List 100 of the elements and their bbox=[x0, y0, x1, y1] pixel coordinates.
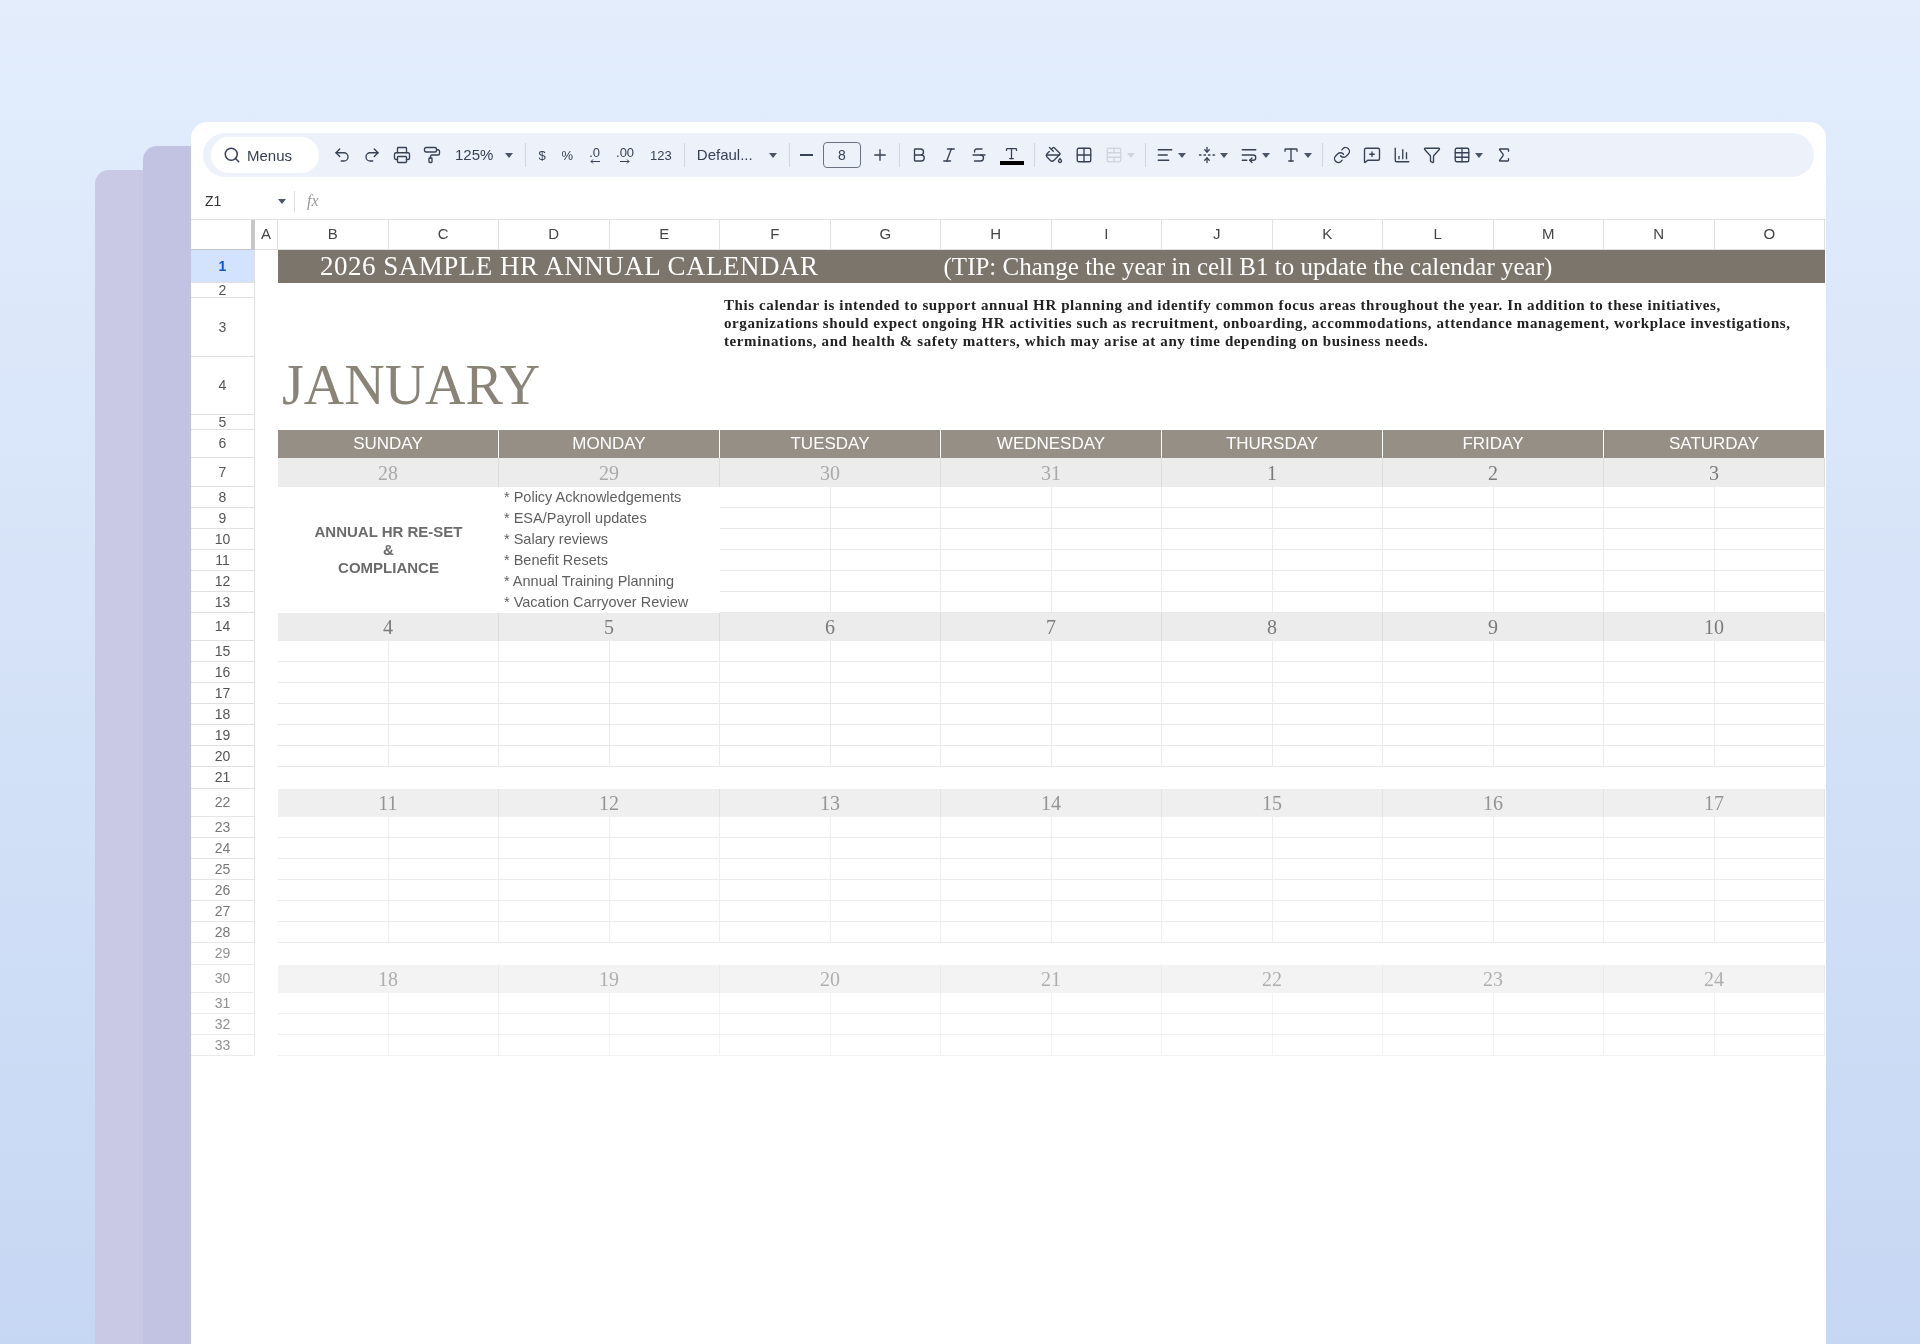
date-cell: 17 bbox=[1604, 789, 1825, 817]
caret-icon bbox=[505, 152, 514, 158]
row-header[interactable]: 10 bbox=[191, 529, 255, 550]
weekday-header: FRIDAY bbox=[1383, 430, 1604, 458]
borders-icon bbox=[1074, 146, 1093, 164]
column-header[interactable]: A bbox=[255, 220, 278, 250]
row-header[interactable]: 20 bbox=[191, 746, 255, 767]
text-color-icon bbox=[1004, 145, 1020, 161]
caret-icon bbox=[278, 198, 286, 204]
date-cell: 7 bbox=[941, 613, 1162, 641]
caret-icon bbox=[1219, 152, 1228, 158]
date-cell: 30 bbox=[720, 458, 941, 487]
row-header[interactable]: 14 bbox=[191, 613, 255, 641]
caret-icon bbox=[1261, 152, 1270, 158]
row-header[interactable]: 23 bbox=[191, 817, 255, 838]
date-cell: 22 bbox=[1162, 965, 1383, 993]
row-header[interactable]: 25 bbox=[191, 859, 255, 880]
comment-icon bbox=[1362, 146, 1381, 164]
date-cell: 21 bbox=[941, 965, 1162, 993]
merge-cells-icon bbox=[1104, 146, 1123, 164]
link-icon bbox=[1332, 146, 1351, 164]
name-box[interactable]: Z1 bbox=[205, 190, 295, 212]
row-header[interactable]: 6 bbox=[191, 430, 255, 458]
format-button[interactable]: $ bbox=[530, 139, 554, 171]
printer-icon bbox=[393, 146, 411, 164]
row-header[interactable]: 19 bbox=[191, 725, 255, 746]
weekday-header: TUESDAY bbox=[720, 430, 941, 458]
caret-icon bbox=[1474, 152, 1483, 158]
row-header[interactable]: 11 bbox=[191, 550, 255, 571]
date-cell: 12 bbox=[499, 789, 720, 817]
date-cell: 24 bbox=[1604, 965, 1825, 993]
arrow-right-icon bbox=[620, 159, 631, 164]
date-cell: 2 bbox=[1383, 458, 1604, 487]
focus-item: * ESA/Payroll updates bbox=[503, 508, 648, 528]
focus-area-label: ANNUAL HR RE-SET & COMPLIANCE bbox=[313, 522, 464, 578]
row-header[interactable]: 16 bbox=[191, 662, 255, 683]
date-cell: 28 bbox=[278, 458, 499, 487]
weekday-header: SATURDAY bbox=[1604, 430, 1825, 458]
row-header[interactable]: 13 bbox=[191, 592, 255, 613]
date-cell: 15 bbox=[1162, 789, 1383, 817]
date-cell: 23 bbox=[1383, 965, 1604, 993]
row-header[interactable]: 5 bbox=[191, 415, 255, 430]
focus-item: * Vacation Carryover Review bbox=[503, 592, 690, 612]
row-header[interactable]: 27 bbox=[191, 901, 255, 922]
date-cell: 13 bbox=[720, 789, 941, 817]
format-button[interactable]: .00 bbox=[608, 139, 643, 171]
row-header[interactable]: 28 bbox=[191, 922, 255, 943]
row-header[interactable]: 18 bbox=[191, 704, 255, 725]
minus-icon bbox=[799, 154, 813, 156]
format-button[interactable]: .0 bbox=[581, 139, 608, 171]
row-header[interactable]: 4 bbox=[191, 357, 255, 415]
row-header[interactable]: 24 bbox=[191, 838, 255, 859]
date-cell: 6 bbox=[720, 613, 941, 641]
row-header[interactable]: 26 bbox=[191, 880, 255, 901]
filter-icon bbox=[1422, 146, 1441, 164]
strikethrough-icon bbox=[969, 146, 988, 164]
row-header[interactable]: 15 bbox=[191, 641, 255, 662]
search-field[interactable]: Menus bbox=[211, 137, 319, 173]
row-header[interactable]: 3 bbox=[191, 298, 255, 357]
caret-icon bbox=[1177, 152, 1186, 158]
row-header[interactable]: 2 bbox=[191, 283, 255, 298]
date-cell: 5 bbox=[499, 613, 720, 641]
row-header[interactable]: 1 bbox=[191, 250, 255, 283]
date-cell: 1 bbox=[1162, 458, 1383, 487]
caret-icon bbox=[768, 152, 777, 158]
weekday-header: WEDNESDAY bbox=[941, 430, 1162, 458]
table-icon bbox=[1452, 146, 1471, 164]
vertical-align-icon bbox=[1197, 146, 1216, 164]
caret-icon bbox=[1303, 152, 1312, 158]
format-button[interactable]: % bbox=[553, 139, 582, 171]
undo-icon bbox=[333, 146, 351, 164]
wrap-text-icon bbox=[1239, 146, 1258, 164]
sheet-title: 2026 SAMPLE HR ANNUAL CALENDAR bbox=[320, 250, 819, 284]
date-cell: 4 bbox=[278, 613, 499, 641]
description-text: This calendar is intended to support annual HR planning and identify common focus areas throughout the year. In addition to these initiatives, organizations should expect ongoing HR activities such as recruitment, onboarding, accommodations, attendance management, workplace investigations, terminations, and health & safety matters, which may arise at any time depending on business needs. bbox=[723, 296, 1792, 351]
row-header[interactable]: 9 bbox=[191, 508, 255, 529]
month-title: JANUARY bbox=[281, 357, 542, 415]
date-cell: 11 bbox=[278, 789, 499, 817]
row-header[interactable]: 17 bbox=[191, 683, 255, 704]
paint-roller-icon bbox=[423, 146, 441, 164]
date-cell: 10 bbox=[1604, 613, 1825, 641]
format-button[interactable]: 123 bbox=[642, 139, 680, 171]
weekday-header: THURSDAY bbox=[1162, 430, 1383, 458]
date-cell: 19 bbox=[499, 965, 720, 993]
zoom-dropdown[interactable]: 125% bbox=[447, 139, 522, 171]
row-header[interactable]: 8 bbox=[191, 487, 255, 508]
chart-icon bbox=[1392, 146, 1411, 164]
redo-icon bbox=[363, 146, 381, 164]
row-header[interactable]: 21 bbox=[191, 767, 255, 789]
weekday-header: MONDAY bbox=[499, 430, 720, 458]
row-header[interactable]: 22 bbox=[191, 789, 255, 817]
arrow-left-icon bbox=[589, 159, 600, 164]
font-size-field[interactable]: 8 bbox=[822, 142, 861, 168]
font-dropdown[interactable]: Defaul... bbox=[688, 139, 785, 171]
row-header[interactable]: 12 bbox=[191, 571, 255, 592]
focus-item: * Policy Acknowledgements bbox=[503, 487, 683, 507]
row-header[interactable]: 7 bbox=[191, 458, 255, 487]
date-cell: 18 bbox=[278, 965, 499, 993]
date-cell: 16 bbox=[1383, 789, 1604, 817]
weekday-header: SUNDAY bbox=[278, 430, 499, 458]
